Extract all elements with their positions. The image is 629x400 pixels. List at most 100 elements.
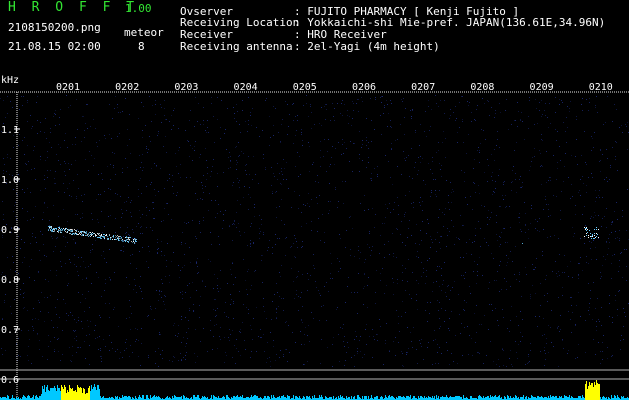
freq-tick-label: 1.0	[1, 175, 19, 186]
echo-pixel	[54, 231, 55, 232]
spectrum-bar	[408, 396, 409, 400]
echo-pixel	[100, 235, 101, 236]
spectrum-bar	[351, 396, 352, 400]
echo-pixel	[595, 237, 596, 238]
time-tick-label: 0210	[589, 82, 613, 93]
spectrum-bar	[492, 396, 493, 400]
echo-pixel	[57, 231, 58, 232]
echo-pixel	[104, 237, 105, 238]
spectrum-bar	[579, 396, 580, 400]
freq-axis: 1.1 1.0 0.9 0.8 0.7 0.6	[1, 92, 20, 400]
spectrum-bar	[615, 396, 616, 400]
echo-pixel	[67, 231, 68, 232]
spectrum-bar	[82, 393, 83, 400]
spectrum-bar	[67, 390, 68, 400]
spectrum-bar	[410, 395, 411, 400]
echo-pixel	[126, 237, 127, 238]
spectrum-bar	[580, 396, 581, 400]
echo-pixel	[95, 234, 96, 235]
time-tick-label: 0204	[234, 82, 258, 93]
echo-pixel	[134, 243, 135, 244]
echo-pixel	[48, 226, 49, 227]
unit-label: kHz	[1, 75, 19, 86]
spectrum-bar	[55, 388, 56, 400]
echo-pixel	[592, 234, 593, 235]
echo-pixel	[60, 229, 61, 230]
spectrum-bar	[265, 396, 266, 400]
spectrum-bar	[51, 388, 52, 400]
echo-pixel	[99, 237, 100, 238]
spectrum-bar	[303, 396, 304, 400]
spectrum-bar	[358, 395, 359, 400]
spectrum-bar	[237, 395, 238, 400]
echo-pixel	[107, 238, 108, 239]
echo-pixel	[71, 231, 72, 232]
noise-layer	[0, 95, 629, 367]
echo-pixel	[64, 229, 65, 230]
echo-pixel	[70, 233, 71, 234]
echo-pixel	[95, 236, 96, 237]
echo-pixel	[72, 229, 73, 230]
echo-pixel	[101, 238, 102, 239]
echo-pixel	[87, 235, 88, 236]
echo-pixel	[122, 241, 123, 242]
spectrum-bar	[126, 396, 127, 400]
echo-pixel	[76, 234, 77, 235]
spectrum-bar	[12, 395, 13, 400]
spectrum-bar	[340, 395, 341, 400]
echo-pixel	[50, 227, 51, 228]
echo-pixel	[95, 235, 96, 236]
spectrum-bar	[128, 396, 129, 400]
spectrum-bar	[43, 389, 44, 400]
spectrum-bar	[255, 395, 256, 400]
spectrum-bar	[314, 395, 315, 400]
spectrum-bar	[516, 396, 517, 400]
echo-pixel	[586, 228, 587, 229]
echo-pixel	[81, 233, 82, 234]
spectrum-bar	[479, 395, 480, 400]
echo-pixel	[126, 240, 127, 241]
echo-pixel	[62, 229, 63, 230]
echo-pixel	[83, 235, 84, 236]
spectrum-bar	[70, 388, 71, 400]
echo-pixel	[587, 232, 588, 233]
spectrum-bar	[552, 396, 553, 400]
spectrum-bar	[28, 395, 29, 400]
freq-tick-label: 0.6	[1, 375, 19, 386]
echo-pixel	[51, 227, 52, 228]
time-tick-label: 0202	[115, 82, 139, 93]
echo-pixel	[125, 240, 126, 241]
freq-tick-label: 0.8	[1, 275, 19, 286]
echo-pixel	[70, 229, 71, 230]
echo-pixel	[134, 242, 135, 243]
echo-pixel	[587, 229, 588, 230]
spectrum-bar	[526, 396, 527, 400]
spectrum-bar	[172, 396, 173, 400]
echo-pixel	[99, 233, 100, 234]
echo-pixel	[596, 229, 597, 230]
spectrum-bar	[376, 396, 377, 400]
echo-pixel	[86, 232, 87, 233]
echo-pixel	[118, 236, 119, 237]
echo-pixel	[50, 230, 51, 231]
echo-pixel	[65, 229, 66, 230]
echo-pixel	[74, 229, 75, 230]
echo-pixel	[86, 233, 87, 234]
spectrum-bar	[69, 385, 70, 400]
echo-pixel	[586, 230, 587, 231]
echo-pixel	[594, 235, 595, 236]
echo-pixel	[588, 237, 589, 238]
spectrum-bar	[226, 395, 227, 400]
echo-pixel	[88, 236, 89, 237]
spectrum-bar	[227, 395, 228, 400]
spectrum-bar	[71, 389, 72, 400]
echo-pixel	[598, 237, 599, 238]
echo-pixel	[88, 234, 89, 235]
spectrum-bar	[611, 395, 612, 400]
spectrum-bar	[418, 396, 419, 400]
echo-pixel	[82, 231, 83, 232]
spectrum-bar	[288, 396, 289, 400]
time-axis: 0201 0202 0203 0204 0205 0206 0207 0208 0209 0210	[0, 82, 629, 93]
echo-pixel	[48, 229, 49, 230]
echo-pixel	[58, 227, 59, 228]
